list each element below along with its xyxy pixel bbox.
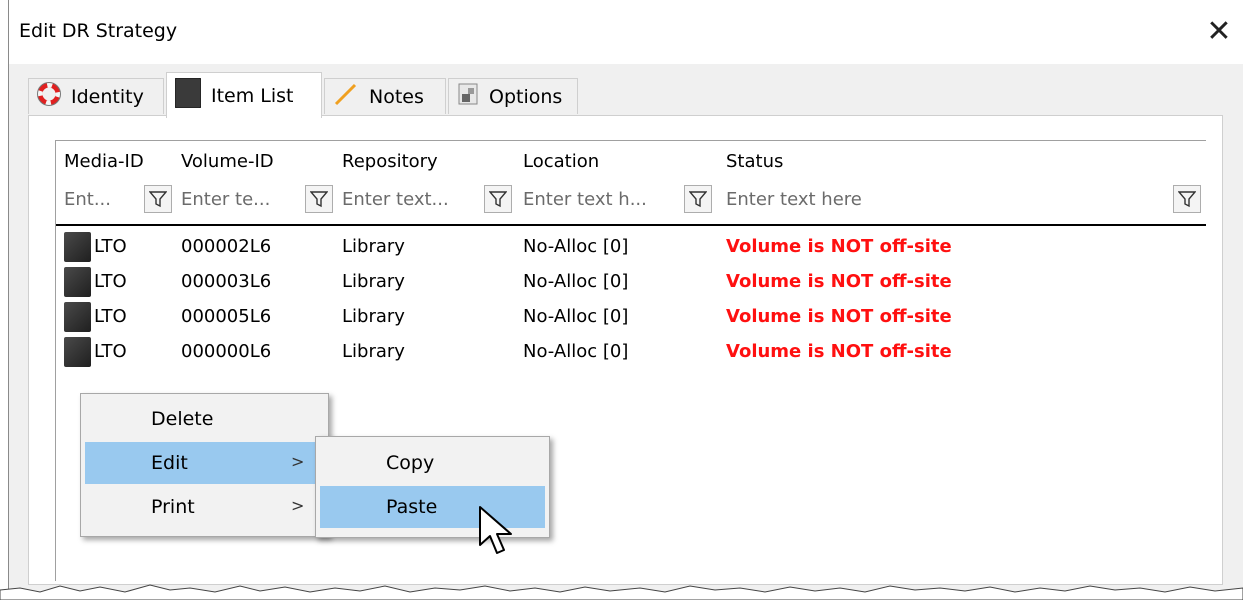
filter-icon[interactable]: [144, 185, 172, 213]
cell-status: Volume is NOT off-site: [726, 236, 952, 257]
cell-volume-id: 000002L6: [181, 236, 272, 257]
filter-input-status[interactable]: Enter text here: [726, 189, 862, 210]
table-row[interactable]: LTO 000000L6 Library No-Alloc [0] Volume…: [56, 335, 1206, 370]
tab-options-label: Options: [489, 85, 563, 108]
menu-item-label: Print: [151, 496, 195, 518]
chevron-right-icon: >: [291, 496, 305, 515]
chevron-right-icon: >: [291, 452, 305, 471]
menu-item-edit[interactable]: Edit >: [85, 442, 324, 484]
tape-icon: [64, 267, 91, 297]
torn-edge-decoration: [0, 584, 1243, 600]
cell-media-id: LTO: [94, 271, 127, 292]
cell-media-id: LTO: [94, 306, 127, 327]
filter-input-volume-id[interactable]: Enter te...: [181, 189, 270, 210]
cell-repository: Library: [342, 236, 405, 257]
close-button[interactable]: ✕: [1194, 12, 1243, 52]
menu-item-label: Paste: [386, 496, 438, 518]
cell-volume-id: 000003L6: [181, 271, 272, 292]
table-row[interactable]: LTO 000005L6 Library No-Alloc [0] Volume…: [56, 300, 1206, 335]
table-row[interactable]: LTO 000003L6 Library No-Alloc [0] Volume…: [56, 265, 1206, 300]
context-menu: Delete Edit > Print >: [80, 393, 329, 537]
pencil-icon: [333, 81, 359, 112]
cell-volume-id: 000005L6: [181, 306, 272, 327]
table-row[interactable]: LTO 000002L6 Library No-Alloc [0] Volume…: [56, 230, 1206, 265]
column-header-media-id[interactable]: Media-ID: [64, 151, 144, 172]
tab-notes[interactable]: Notes: [324, 78, 446, 114]
filter-icon[interactable]: [305, 185, 333, 213]
tape-icon: [64, 337, 91, 367]
cell-repository: Library: [342, 341, 405, 362]
tab-identity-label: Identity: [71, 85, 144, 108]
cell-repository: Library: [342, 306, 405, 327]
cell-location: No-Alloc [0]: [523, 271, 629, 292]
tape-icon: [64, 232, 91, 262]
tape-icon: [174, 77, 202, 113]
menu-item-label: Delete: [151, 408, 214, 430]
column-header-repository[interactable]: Repository: [342, 151, 438, 172]
column-header-volume-id[interactable]: Volume-ID: [181, 151, 274, 172]
menu-item-delete[interactable]: Delete: [85, 398, 324, 440]
cell-repository: Library: [342, 271, 405, 292]
tab-options[interactable]: Options: [448, 78, 578, 114]
title-bar: Edit DR Strategy ✕: [9, 0, 1243, 64]
cell-location: No-Alloc [0]: [523, 236, 629, 257]
cell-volume-id: 000000L6: [181, 341, 272, 362]
filter-input-repository[interactable]: Enter text...: [342, 189, 449, 210]
filter-icon[interactable]: [484, 185, 512, 213]
cell-status: Volume is NOT off-site: [726, 306, 952, 327]
header-divider: [56, 224, 1206, 226]
tab-item-list-label: Item List: [211, 84, 294, 107]
options-icon: [457, 82, 479, 111]
tab-notes-label: Notes: [369, 85, 424, 108]
menu-item-copy[interactable]: Copy: [320, 442, 545, 484]
tape-icon: [64, 302, 91, 332]
menu-item-label: Edit: [151, 452, 188, 474]
filter-icon[interactable]: [1173, 185, 1201, 213]
window-title: Edit DR Strategy: [19, 20, 178, 42]
filter-input-location[interactable]: Enter text h...: [523, 189, 647, 210]
filter-input-media-id[interactable]: Ent...: [64, 189, 111, 210]
mouse-cursor-icon: [479, 506, 512, 554]
column-header-location[interactable]: Location: [523, 151, 599, 172]
cell-media-id: LTO: [94, 341, 127, 362]
cell-status: Volume is NOT off-site: [726, 341, 952, 362]
column-header-status[interactable]: Status: [726, 151, 783, 172]
cell-location: No-Alloc [0]: [523, 341, 629, 362]
tab-item-list[interactable]: Item List: [166, 72, 322, 118]
menu-item-print[interactable]: Print >: [85, 486, 324, 528]
menu-item-label: Copy: [386, 452, 435, 474]
lifebuoy-icon: [37, 82, 61, 111]
tab-identity[interactable]: Identity: [28, 78, 164, 114]
cell-media-id: LTO: [94, 236, 127, 257]
cell-location: No-Alloc [0]: [523, 306, 629, 327]
filter-icon[interactable]: [684, 185, 712, 213]
cell-status: Volume is NOT off-site: [726, 271, 952, 292]
